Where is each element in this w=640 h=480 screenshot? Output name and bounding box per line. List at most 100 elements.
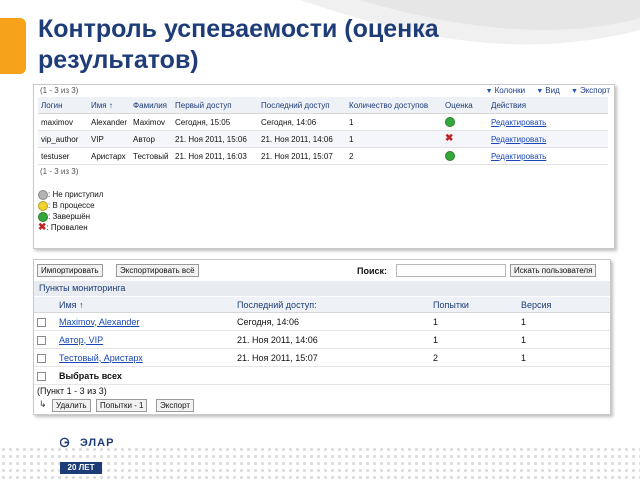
col-actions: Действия [488,97,608,114]
col-last-access[interactable]: Последний доступ [258,97,347,114]
export-all-button[interactable]: Экспортировать всё [116,264,199,277]
user-link[interactable]: Автор, VIP [59,335,103,345]
table-row: Автор, VIP 21. Ноя 2011, 14:06 1 1 [34,330,610,349]
cell-version: 1 [518,330,610,349]
triangle-down-icon: ▼ [536,88,544,95]
col-name[interactable]: Имя ↑ [88,97,131,114]
col-first-access[interactable]: Первый доступ [172,97,259,114]
col-last-access[interactable]: Последний доступ: [234,297,430,313]
cell-login: testuser [38,147,88,165]
select-all-label[interactable]: Выбрать всех [56,366,610,385]
cell-action: Редактировать [488,113,608,131]
triangle-down-icon: ▼ [485,88,493,95]
cell-first-access: 21. Ноя 2011, 16:03 [172,147,259,165]
search-label: Поиск: [357,266,388,276]
edit-link[interactable]: Редактировать [491,152,546,161]
table-row: testuser Аристарх Тестовый 21. Ноя 2011,… [38,147,608,165]
export-menu[interactable]: ▼ Экспорт [571,86,610,95]
select-all-row: Выбрать всех [34,366,610,385]
status-completed-icon [445,151,456,161]
search-user-button[interactable]: Искать пользователя [510,264,597,277]
user-link[interactable]: Maximov, Alexander [59,317,139,327]
cell-checkbox [34,330,56,349]
pager-top: (1 - 3 из 3) [40,86,79,95]
row-checkbox[interactable] [37,317,46,327]
status-not-started-icon [38,189,48,200]
cell-count: 1 [346,113,443,131]
elar-logo-icon [60,437,70,448]
cell-last-access: 21. Ноя 2011, 15:07 [258,147,347,165]
logo-years-badge: 20 ЛЕТ [60,462,102,474]
cell-name: VIP [88,130,131,148]
accent-bar [0,18,26,74]
cell-attempts: 1 [430,312,518,331]
cell-name: Аристарх [88,147,131,165]
cell-last-access: Сегодня, 14:06 [258,113,347,131]
col-version[interactable]: Версия [518,297,610,313]
edit-link[interactable]: Редактировать [491,135,546,144]
grades-table: Логин Имя ↑ Фамилия Первый доступ Послед… [38,97,608,165]
cell-checkbox [34,366,56,385]
col-attempts[interactable]: Попытки [430,297,518,313]
cell-grade [442,113,489,131]
export-button[interactable]: Экспорт [156,399,195,412]
cell-action: Редактировать [488,147,608,165]
cell-login: maximov [38,113,88,131]
legend-item-completed: : Завершён [38,211,103,222]
report-toolbar: ▼ Колонки ▼ Вид ▼ Экспорт [477,86,610,95]
status-in-progress-icon [38,200,48,211]
table-row: maximov Alexander Maximov Сегодня, 15:05… [38,113,608,131]
cell-grade [442,147,489,165]
row-checkbox[interactable] [37,353,46,363]
monitoring-panel: Импортировать Экспортировать всё Поиск: … [33,259,611,415]
status-failed-icon: ✖ [445,133,454,145]
col-name[interactable]: Имя ↑ [56,297,234,313]
grades-report-panel: (1 - 3 из 3) ▼ Колонки ▼ Вид ▼ Экспорт Логи… [33,84,615,249]
col-surname[interactable]: Фамилия [130,97,173,114]
cell-surname: Тестовый [130,147,173,165]
select-all-checkbox[interactable] [37,371,46,381]
col-access-count[interactable]: Количество доступов [346,97,443,114]
user-link[interactable]: Тестовый, Аристарх [59,353,143,363]
legend-item-in-progress: : В процессе [38,200,103,211]
cell-first-access: Сегодня, 15:05 [172,113,259,131]
cell-name: Maximov, Alexander [56,312,234,331]
cell-last-access: 21. Ноя 2011, 15:07 [234,348,430,367]
columns-menu[interactable]: ▼ Колонки [486,86,525,95]
monitoring-table: Имя ↑ Последний доступ: Попытки Версия M… [34,297,610,385]
view-menu[interactable]: ▼ Вид [536,86,559,95]
status-completed-icon [38,211,48,222]
cell-checkbox [34,348,56,367]
section-header: Пункты мониторинга [34,281,610,296]
search-input[interactable] [396,264,506,277]
pager: (Пункт 1 - 3 из 3) [37,386,107,396]
table-header-row: Имя ↑ Последний доступ: Попытки Версия [34,297,610,313]
legend-item-not-started: : Не приступил [38,189,103,200]
cell-last-access: 21. Ноя 2011, 14:06 [258,130,347,148]
table-row: Maximov, Alexander Сегодня, 14:06 1 1 [34,312,610,331]
status-legend: : Не приступил : В процессе : Завершён ✖… [38,189,103,233]
pager-bottom: (1 - 3 из 3) [40,167,79,176]
cell-count: 1 [346,130,443,148]
attempts-button[interactable]: Попытки - 1 [96,399,148,412]
cell-name: Автор, VIP [56,330,234,349]
cell-attempts: 1 [430,330,518,349]
sort-arrow-icon: ↑ [79,299,84,310]
table-row: Тестовый, Аристарх 21. Ноя 2011, 15:07 2… [34,348,610,367]
selection-arrow-icon: ↳ [39,399,47,409]
cell-surname: Maximov [130,113,173,131]
row-checkbox[interactable] [37,335,46,345]
col-checkbox [34,297,56,313]
col-login[interactable]: Логин [38,97,88,114]
logo-text: ЭЛАР [80,437,115,449]
cell-name: Тестовый, Аристарх [56,348,234,367]
col-grade[interactable]: Оценка [442,97,489,114]
legend-item-failed: ✖: Провален [38,221,88,233]
edit-link[interactable]: Редактировать [491,118,546,127]
cell-action: Редактировать [488,130,608,148]
cell-version: 1 [518,348,610,367]
import-button[interactable]: Импортировать [37,264,103,277]
slide-title: Контроль успеваемости (оценка результато… [38,15,439,74]
delete-button[interactable]: Удалить [52,399,91,412]
triangle-down-icon: ▼ [571,88,578,95]
